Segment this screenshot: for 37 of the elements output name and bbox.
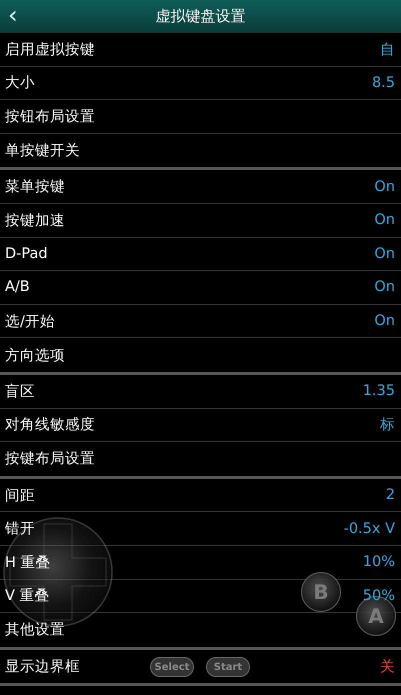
- setting-value: On: [374, 178, 395, 195]
- setting-label: 菜单按键: [5, 178, 65, 196]
- setting-label: V 重叠: [5, 587, 50, 606]
- setting-value: 关: [380, 658, 395, 676]
- setting-value: 自: [380, 40, 395, 59]
- setting-value: 2: [386, 487, 395, 504]
- setting-label: 按键布局设置: [5, 450, 95, 468]
- setting-label: 按键加速: [5, 212, 65, 230]
- back-button[interactable]: ‹: [8, 2, 18, 28]
- setting-label: 盲区: [5, 382, 35, 401]
- setting-label: 方向选项: [5, 346, 65, 365]
- setting-label: 错开: [5, 520, 35, 538]
- setting-label: 选/开始: [5, 312, 55, 331]
- setting-label: D-Pad: [5, 246, 48, 262]
- round-game-button[interactable]: B: [301, 572, 341, 612]
- setting-label: 大小: [5, 74, 35, 92]
- setting-label: H 重叠: [5, 554, 51, 572]
- setting-value: 10%: [362, 554, 395, 570]
- setting-value: On: [374, 212, 395, 228]
- setting-label: 对角线敏感度: [5, 416, 95, 434]
- screen-title: 虚拟键盘设置: [156, 6, 246, 26]
- setting-label: 启用虚拟按键: [5, 40, 95, 59]
- setting-label: 间距: [5, 486, 35, 505]
- pill-game-button[interactable]: Start: [206, 657, 250, 677]
- setting-label: 按钮布局设置: [5, 108, 95, 126]
- setting-value: On: [374, 313, 395, 330]
- setting-value: 1.35: [362, 383, 395, 400]
- setting-value: 标: [380, 416, 395, 434]
- setting-value: -0.5x V: [344, 520, 395, 537]
- pill-game-button[interactable]: Select: [150, 657, 194, 677]
- setting-value: 8.5: [372, 74, 395, 91]
- setting-value: On: [374, 246, 395, 262]
- setting-label: A/B: [5, 279, 30, 296]
- setting-label: 显示边界框: [5, 658, 80, 676]
- setting-value: On: [374, 279, 395, 296]
- setting-label: 其他设置: [5, 621, 65, 640]
- setting-label: 单按键开关: [5, 142, 80, 160]
